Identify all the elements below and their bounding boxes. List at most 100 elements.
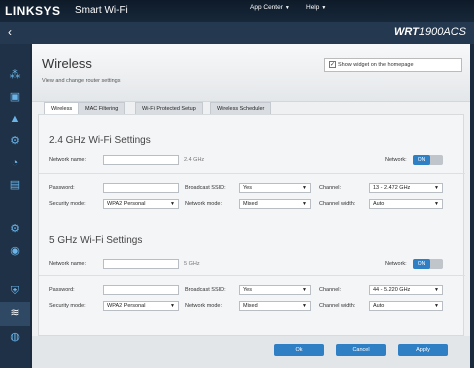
chevron-down-icon: ▼	[284, 5, 290, 11]
network-mode-select-24[interactable]: Mixed ▼	[239, 199, 311, 209]
dropdown-arrow-icon: ▼	[434, 287, 439, 293]
broadcast-ssid-select-5[interactable]: Yes ▼	[239, 285, 311, 295]
broadcast-ssid-value: Yes	[243, 185, 252, 191]
checkmark-icon: ✓	[329, 61, 336, 69]
channel-width-label: Channel width:	[319, 303, 356, 309]
channel-value: 44 - 5.220 GHz	[373, 287, 411, 293]
network-label-5: Network:	[385, 261, 407, 267]
panel-header: Wireless View and change router settings…	[32, 44, 470, 102]
toggle-on-label: ON	[413, 155, 430, 165]
network-mode-label: Network mode:	[185, 303, 222, 309]
cancel-button[interactable]: Cancel	[336, 344, 386, 356]
channel-width-label: Channel width:	[319, 201, 356, 207]
show-widget-label: Show widget on the homepage	[338, 62, 414, 68]
toggle-on-label: ON	[413, 259, 430, 269]
section-title-5ghz: 5 GHz Wi-Fi Settings	[49, 235, 143, 246]
network-mode-value: Mixed	[243, 201, 258, 207]
troubleshooting-icon[interactable]: ◍	[8, 330, 22, 344]
security-mode-select-24[interactable]: WPA2 Personal ▼	[103, 199, 179, 209]
tab-mac-filtering[interactable]: MAC Filtering	[78, 102, 126, 114]
app-center-label: App Center	[250, 4, 283, 11]
network-name-label: Network name:	[49, 261, 86, 267]
action-footer: Ok Cancel Apply	[32, 336, 470, 368]
app-center-menu[interactable]: App Center ▼	[250, 4, 290, 11]
broadcast-ssid-label: Broadcast SSID:	[185, 185, 226, 191]
device-list-icon[interactable]: ▣	[8, 90, 22, 104]
channel-width-value: Auto	[373, 303, 385, 309]
channel-select-24[interactable]: 13 - 2.472 GHz ▼	[369, 183, 443, 193]
dropdown-arrow-icon: ▼	[170, 201, 175, 207]
broadcast-ssid-value: Yes	[243, 287, 252, 293]
top-bar: LINKSYS Smart Wi-Fi App Center ▼ Help ▼	[0, 0, 474, 22]
network-label-24: Network:	[385, 157, 407, 163]
brand-logo: LINKSYS	[5, 4, 61, 18]
divider	[39, 275, 465, 276]
security-mode-label: Security mode:	[49, 201, 86, 207]
channel-width-value: Auto	[373, 201, 385, 207]
dropdown-arrow-icon: ▼	[302, 185, 307, 191]
brand-subtitle: Smart Wi-Fi	[75, 5, 128, 16]
security-mode-label: Security mode:	[49, 303, 86, 309]
security-icon[interactable]: ⛨	[8, 284, 22, 298]
settings-content: 2.4 GHz Wi-Fi Settings Network name: 2.4…	[38, 114, 465, 336]
divider	[39, 173, 465, 174]
dropdown-arrow-icon: ▼	[434, 303, 439, 309]
speed-test-icon[interactable]: ◔	[8, 156, 22, 170]
router-model: WRT1900ACS	[394, 26, 466, 38]
help-label: Help	[306, 4, 320, 11]
network-map-icon[interactable]: ⁂	[8, 68, 22, 82]
channel-width-select-24[interactable]: Auto ▼	[369, 199, 443, 209]
network-name-input-5[interactable]	[103, 259, 179, 269]
wireless-panel: Wireless View and change router settings…	[32, 44, 470, 368]
network-mode-label: Network mode:	[185, 201, 222, 207]
left-nav-rail: ⁂ ▣ ▲ ⚙ ◔ ▤ ⚙ ◉ ≋ ⛨ ◍	[0, 44, 30, 368]
channel-label: Channel:	[319, 287, 342, 293]
show-widget-checkbox[interactable]: ✓ Show widget on the homepage	[324, 58, 462, 72]
back-arrow-icon[interactable]: ‹	[8, 25, 12, 39]
security-mode-value: WPA2 Personal	[107, 201, 146, 207]
tab-wireless-scheduler[interactable]: Wireless Scheduler	[210, 102, 272, 114]
network-toggle-24[interactable]: ON	[413, 155, 443, 165]
dropdown-arrow-icon: ▼	[302, 287, 307, 293]
chevron-down-icon: ▼	[321, 5, 327, 11]
security-mode-value: WPA2 Personal	[107, 303, 146, 309]
channel-width-select-5[interactable]: Auto ▼	[369, 301, 443, 311]
password-input-24[interactable]	[103, 183, 179, 193]
dropdown-arrow-icon: ▼	[302, 201, 307, 207]
parental-controls-icon[interactable]: ▤	[8, 178, 22, 192]
page-subtitle: View and change router settings	[42, 78, 121, 84]
channel-value: 13 - 2.472 GHz	[373, 185, 411, 191]
tab-wifi-protected-setup[interactable]: Wi-Fi Protected Setup	[135, 102, 203, 114]
network-mode-select-5[interactable]: Mixed ▼	[239, 301, 311, 311]
password-label: Password:	[49, 287, 75, 293]
network-name-label: Network name:	[49, 157, 86, 163]
apply-button[interactable]: Apply	[398, 344, 448, 356]
channel-select-5[interactable]: 44 - 5.220 GHz ▼	[369, 285, 443, 295]
sub-bar: ‹ WRT1900ACS	[0, 22, 474, 44]
broadcast-ssid-label: Broadcast SSID:	[185, 287, 226, 293]
channel-label: Channel:	[319, 185, 342, 191]
wireless-icon[interactable]: ≋	[8, 306, 22, 320]
broadcast-ssid-select-24[interactable]: Yes ▼	[239, 183, 311, 193]
password-label: Password:	[49, 185, 75, 191]
page-title: Wireless	[42, 56, 92, 71]
section-title-24ghz: 2.4 GHz Wi-Fi Settings	[49, 135, 151, 146]
dropdown-arrow-icon: ▼	[434, 185, 439, 191]
band-hint-5: 5 GHz	[184, 261, 200, 267]
connectivity-icon[interactable]: ⚙	[8, 222, 22, 236]
help-menu[interactable]: Help ▼	[306, 4, 326, 11]
network-mode-value: Mixed	[243, 303, 258, 309]
password-input-5[interactable]	[103, 285, 179, 295]
dropdown-arrow-icon: ▼	[302, 303, 307, 309]
media-prioritization-icon[interactable]: ⚙	[8, 134, 22, 148]
network-toggle-5[interactable]: ON	[413, 259, 443, 269]
dropdown-arrow-icon: ▼	[170, 303, 175, 309]
dropdown-arrow-icon: ▼	[434, 201, 439, 207]
band-hint-24: 2.4 GHz	[184, 157, 205, 163]
alert-icon[interactable]: ▲	[8, 112, 22, 126]
tab-wireless[interactable]: Wireless	[44, 102, 80, 114]
ok-button[interactable]: Ok	[274, 344, 324, 356]
network-name-input-24[interactable]	[103, 155, 179, 165]
external-storage-icon[interactable]: ◉	[8, 244, 22, 258]
security-mode-select-5[interactable]: WPA2 Personal ▼	[103, 301, 179, 311]
